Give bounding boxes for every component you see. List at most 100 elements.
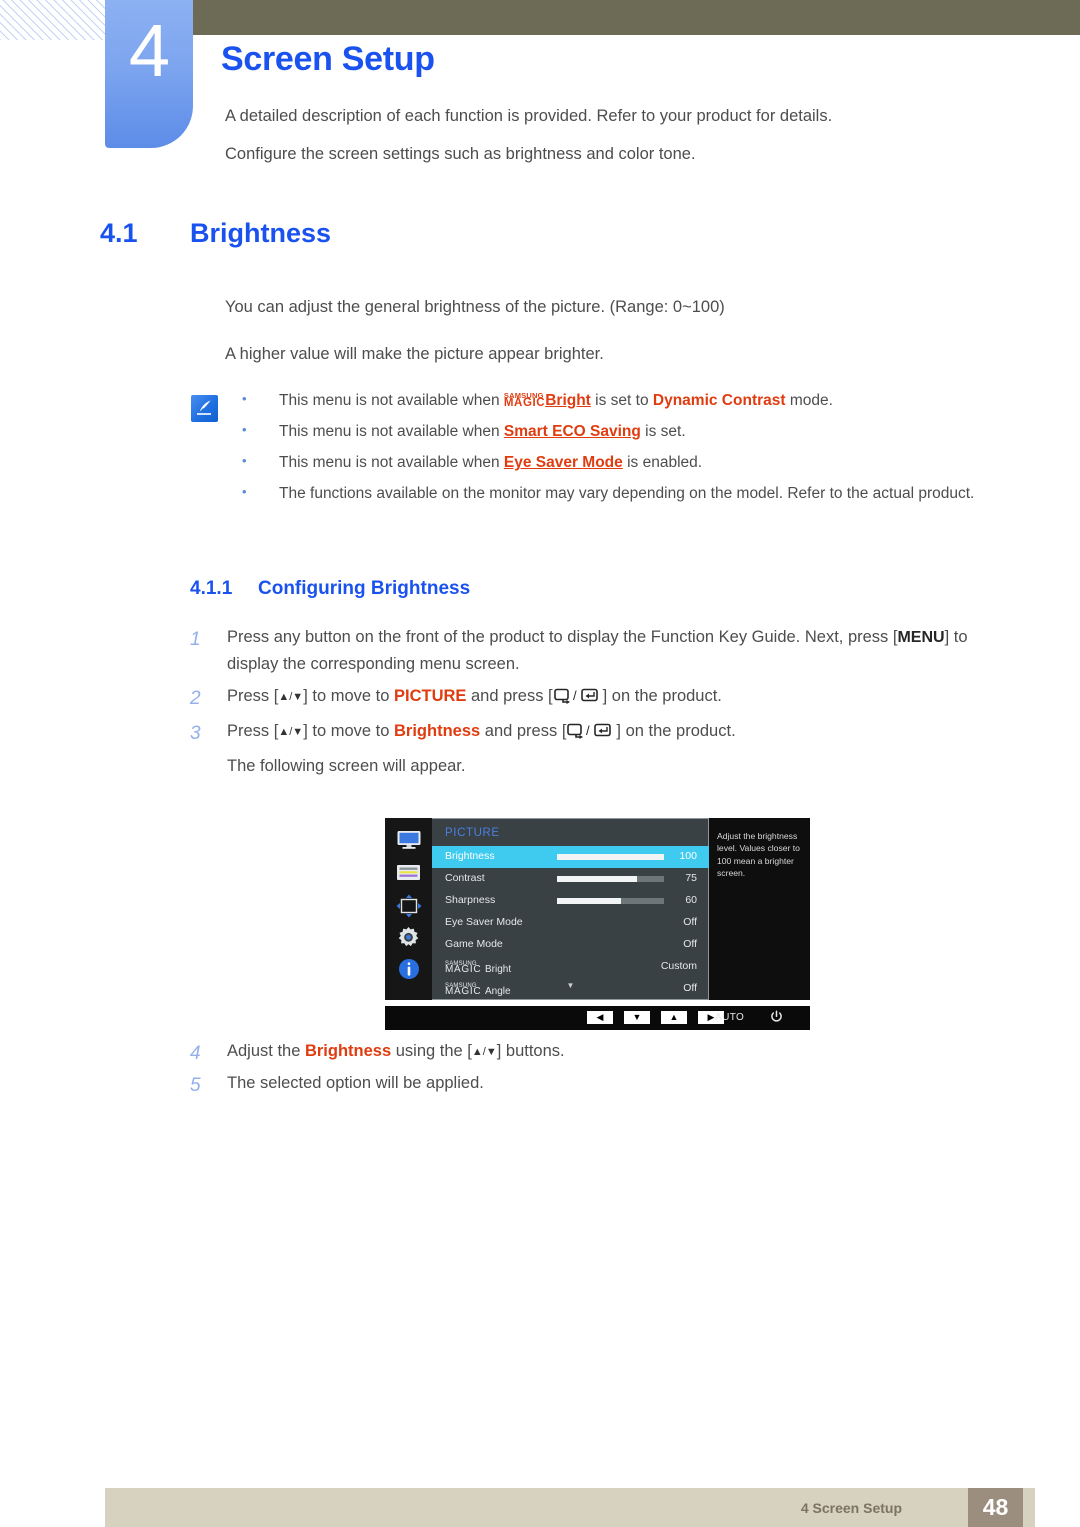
monitor-icon[interactable] bbox=[385, 830, 432, 855]
osd-row-value: Custom bbox=[660, 960, 697, 972]
note-list: This menu is not available when SAMSUNGM… bbox=[237, 390, 1007, 514]
osd-help-text: Adjust the brightness level. Values clos… bbox=[717, 831, 800, 879]
page-footer: 4 Screen Setup 48 bbox=[105, 1488, 1035, 1527]
svg-text:/: / bbox=[586, 723, 590, 738]
menu-key-label: MENU bbox=[897, 629, 945, 646]
osd-row-value: 75 bbox=[685, 872, 697, 884]
osd-row-label: Brightness bbox=[445, 850, 495, 862]
osd-slider[interactable] bbox=[557, 876, 664, 882]
step-number: 1 bbox=[190, 629, 201, 650]
osd-slider[interactable] bbox=[557, 854, 664, 860]
note-text-pre: This menu is not available when bbox=[279, 454, 504, 471]
magic-bright-osd-label: SAMSUNG MAGIC Bright bbox=[445, 957, 511, 975]
osd-menu-panel: PICTURE Brightness 100 Contrast 75 Sharp… bbox=[432, 818, 709, 1000]
step-emphasis: PICTURE bbox=[394, 687, 467, 706]
note-text-pre: This menu is not available when bbox=[279, 423, 504, 440]
osd-row-value: 100 bbox=[679, 850, 697, 862]
osd-body: PICTURE Brightness 100 Contrast 75 Sharp… bbox=[385, 818, 810, 1000]
magic-suffix-word: Bright bbox=[485, 964, 512, 975]
note-text-pre: This menu is not available when bbox=[279, 392, 504, 409]
note-item: This menu is not available when SAMSUNGM… bbox=[237, 390, 1007, 412]
info-icon[interactable] bbox=[385, 958, 432, 985]
chapter-number: 4 bbox=[128, 9, 170, 92]
note-text-post: is enabled. bbox=[622, 454, 703, 471]
source-enter-glyph: / bbox=[553, 686, 603, 713]
subsection-number: 4.1.1 bbox=[190, 578, 233, 599]
osd-row-sharpness[interactable]: Sharpness 60 bbox=[432, 890, 709, 912]
step-item: 3 Press [▲/▼] to move to Brightness and p… bbox=[190, 718, 1020, 748]
note-text-post: is set. bbox=[640, 423, 686, 440]
step-number: 2 bbox=[190, 688, 201, 710]
osd-row-eye-saver-mode[interactable]: Eye Saver Mode Off bbox=[432, 912, 709, 934]
step-followup-note: The following screen will appear. bbox=[227, 757, 466, 776]
step-number: 3 bbox=[190, 723, 201, 745]
step-number: 4 bbox=[190, 1043, 201, 1064]
osd-auto-label[interactable]: AUTO bbox=[715, 1012, 744, 1023]
osd-row-game-mode[interactable]: Game Mode Off bbox=[432, 934, 709, 956]
chapter-number-tab: 4 bbox=[105, 0, 193, 148]
step-item: 4 Adjust the Brightness using the [▲/▼] b… bbox=[190, 1038, 1020, 1065]
step-emphasis: Brightness bbox=[304, 1042, 392, 1060]
osd-scroll-down-icon[interactable]: ▼ bbox=[432, 981, 709, 990]
osd-button-up[interactable]: ▲ bbox=[661, 1011, 687, 1024]
note-item: The functions available on the monitor m… bbox=[237, 483, 1007, 505]
step-text-mid1: ] to move to bbox=[303, 687, 394, 706]
step-text-pre: Press [ bbox=[227, 722, 279, 741]
step-text-mid: using the [ bbox=[391, 1042, 472, 1060]
osd-row-label: Eye Saver Mode bbox=[445, 916, 523, 928]
svg-text:/: / bbox=[573, 688, 577, 703]
step-text-mid1: ] to move to bbox=[303, 722, 394, 741]
note-emphasis: Dynamic Contrast bbox=[652, 392, 786, 409]
osd-row-label: Game Mode bbox=[445, 938, 503, 950]
osd-slider[interactable] bbox=[557, 898, 664, 904]
step-text-mid2: and press [ bbox=[466, 687, 553, 706]
osd-row-value: 60 bbox=[685, 894, 697, 906]
note-emphasis: Eye Saver Mode bbox=[503, 454, 623, 471]
up-down-arrows-icon: ▲/▼ bbox=[278, 691, 304, 704]
osd-button-down[interactable]: ▼ bbox=[624, 1011, 650, 1024]
osd-menu-title: PICTURE bbox=[445, 827, 500, 839]
document-page: 4 Screen Setup A detailed description of… bbox=[0, 0, 1080, 1527]
footer-chapter-label: 4 Screen Setup bbox=[800, 1500, 902, 1516]
step-emphasis: Brightness bbox=[394, 722, 481, 741]
up-down-arrows-icon: ▲/▼ bbox=[471, 1046, 497, 1058]
osd-row-brightness[interactable]: Brightness 100 bbox=[432, 846, 709, 868]
step-list: 1 Press any button on the front of the pr… bbox=[190, 624, 1020, 785]
step-text-mid2: and press [ bbox=[480, 722, 567, 741]
resize-arrows-icon[interactable] bbox=[385, 894, 432, 923]
section-number: 4.1 bbox=[100, 218, 138, 248]
osd-row-label: Contrast bbox=[445, 872, 485, 884]
step-item: 1 Press any button on the front of the pr… bbox=[190, 624, 1020, 678]
section-paragraph-2: A higher value will make the picture app… bbox=[225, 345, 604, 363]
note-item: This menu is not available when Eye Save… bbox=[237, 452, 1007, 474]
up-down-arrows-icon: ▲/▼ bbox=[278, 726, 304, 739]
step-text-pre: The selected option will be applied. bbox=[227, 1074, 484, 1093]
subsection-title: Configuring Brightness bbox=[258, 578, 471, 599]
decorative-stripes bbox=[0, 0, 112, 40]
magic-bright-suffix: Bright bbox=[545, 392, 591, 409]
osd-button-bar: ◀ ▼ ▲ ▶ AUTO bbox=[385, 1006, 810, 1030]
step-text-pre: Press any button on the front of the pro… bbox=[227, 628, 898, 646]
step-text-post: ] buttons. bbox=[496, 1042, 565, 1060]
note-text-pre: The functions available on the monitor m… bbox=[279, 485, 975, 502]
osd-row-value: Off bbox=[683, 938, 697, 950]
note-emphasis: Smart ECO Saving bbox=[503, 423, 641, 440]
section-title: Brightness bbox=[190, 218, 332, 248]
osd-row-magic-bright[interactable]: SAMSUNG MAGIC Bright Custom bbox=[432, 956, 709, 978]
osd-row-contrast[interactable]: Contrast 75 bbox=[432, 868, 709, 890]
page-number-box: 48 bbox=[968, 1488, 1023, 1527]
power-icon[interactable] bbox=[770, 1010, 783, 1026]
chapter-intro-line-1: A detailed description of each function … bbox=[225, 107, 833, 125]
color-panel-icon[interactable] bbox=[385, 864, 432, 887]
step-text-pre: Adjust the bbox=[227, 1042, 305, 1060]
step-list-after: 4 Adjust the Brightness using the [▲/▼] b… bbox=[190, 1038, 1020, 1102]
magic-magic-word: MAGIC bbox=[503, 397, 546, 409]
osd-help-panel: Adjust the brightness level. Values clos… bbox=[709, 818, 810, 1000]
note-text-post: mode. bbox=[785, 392, 833, 409]
osd-row-value: Off bbox=[683, 916, 697, 928]
osd-button-left[interactable]: ◀ bbox=[587, 1011, 613, 1024]
chapter-title: Screen Setup bbox=[221, 40, 435, 78]
note-pen-icon bbox=[191, 395, 218, 422]
gear-icon[interactable] bbox=[385, 926, 432, 954]
magic-bright-logo: SAMSUNG MAGIC bbox=[503, 392, 546, 409]
